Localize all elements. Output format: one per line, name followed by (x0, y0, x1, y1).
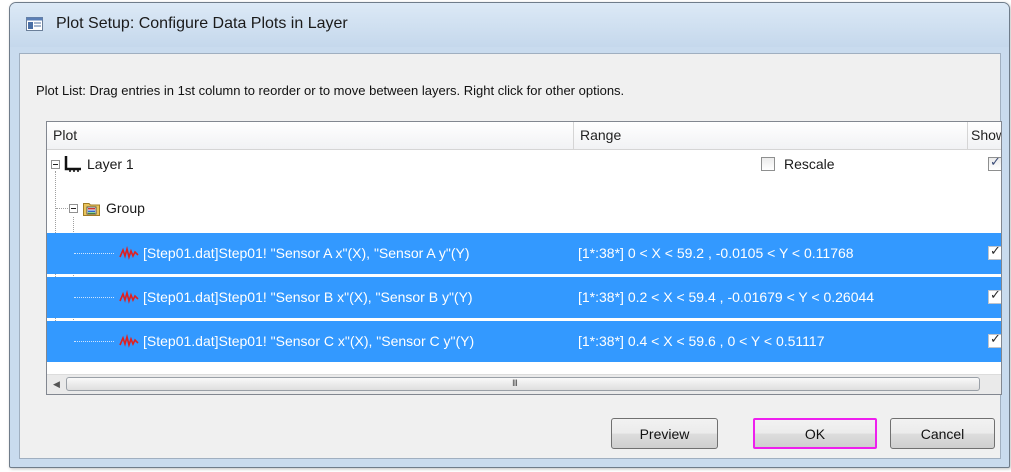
collapse-layer-icon[interactable] (51, 160, 60, 169)
scrollbar-thumb[interactable]: III (66, 377, 980, 391)
rescale-label: Rescale (784, 156, 835, 172)
scroll-left-arrow-icon[interactable]: ◀ (47, 375, 66, 394)
window-icon (26, 17, 43, 31)
plot-name: [Step01.dat]Step01! "Sensor B x"(X), "Se… (143, 289, 473, 305)
layer-show-checkbox[interactable] (988, 155, 1001, 171)
plot-show-checkbox[interactable] (988, 288, 1001, 304)
tree-connector (74, 253, 114, 254)
line-plot-icon (119, 334, 139, 348)
plot-row-sensor-c[interactable]: [Step01.dat]Step01! "Sensor C x"(X), "Se… (47, 321, 1001, 362)
plot-show-checkbox[interactable] (988, 244, 1001, 260)
plot-row-sensor-a[interactable]: [Step01.dat]Step01! "Sensor A x"(X), "Se… (47, 233, 1001, 274)
plot-range: [1*:38*] 0 < X < 59.2 , -0.0105 < Y < 0.… (578, 245, 854, 261)
tree-row-layer[interactable]: Layer 1 Rescale (47, 144, 1001, 185)
plot-row-sensor-b[interactable]: [Step01.dat]Step01! "Sensor B x"(X), "Se… (47, 277, 1001, 318)
plot-show-checkbox[interactable] (988, 332, 1001, 348)
plot-range: [1*:38*] 0.2 < X < 59.4 , -0.01679 < Y <… (578, 289, 875, 305)
rescale-checkbox[interactable] (761, 157, 775, 171)
plot-list-tree[interactable]: Plot Range Show Layer 1 Rescale (46, 121, 1002, 395)
horizontal-scrollbar[interactable]: ◀ III (47, 374, 1001, 394)
scrollbar-grip: III (512, 379, 518, 389)
group-folder-icon (83, 203, 100, 216)
tree-row-group[interactable]: Group (47, 188, 1001, 229)
plot-name: [Step01.dat]Step01! "Sensor A x"(X), "Se… (143, 245, 470, 261)
line-plot-icon (119, 290, 139, 304)
collapse-group-icon[interactable] (69, 204, 78, 213)
title-bar[interactable]: Plot Setup: Configure Data Plots in Laye… (10, 3, 1009, 47)
plot-list-instructions: Plot List: Drag entries in 1st column to… (36, 83, 625, 98)
plot-name: [Step01.dat]Step01! "Sensor C x"(X), "Se… (143, 333, 475, 349)
line-plot-icon (119, 246, 139, 260)
plot-range: [1*:38*] 0.4 < X < 59.6 , 0 < Y < 0.5111… (578, 333, 825, 349)
plot-setup-dialog: Plot Setup: Configure Data Plots in Laye… (9, 2, 1010, 468)
cancel-button[interactable]: Cancel (890, 418, 995, 449)
layer-icon (64, 156, 81, 172)
group-label: Group (106, 200, 145, 216)
ok-button[interactable]: OK (753, 418, 877, 449)
tree-connector (56, 208, 68, 209)
layer-label: Layer 1 (87, 156, 134, 172)
tree-connector (74, 297, 114, 298)
dialog-client-area: Plot List: Drag entries in 1st column to… (19, 53, 1002, 459)
preview-button[interactable]: Preview (611, 418, 718, 449)
window-title: Plot Setup: Configure Data Plots in Laye… (56, 15, 348, 32)
tree-connector (74, 341, 114, 342)
